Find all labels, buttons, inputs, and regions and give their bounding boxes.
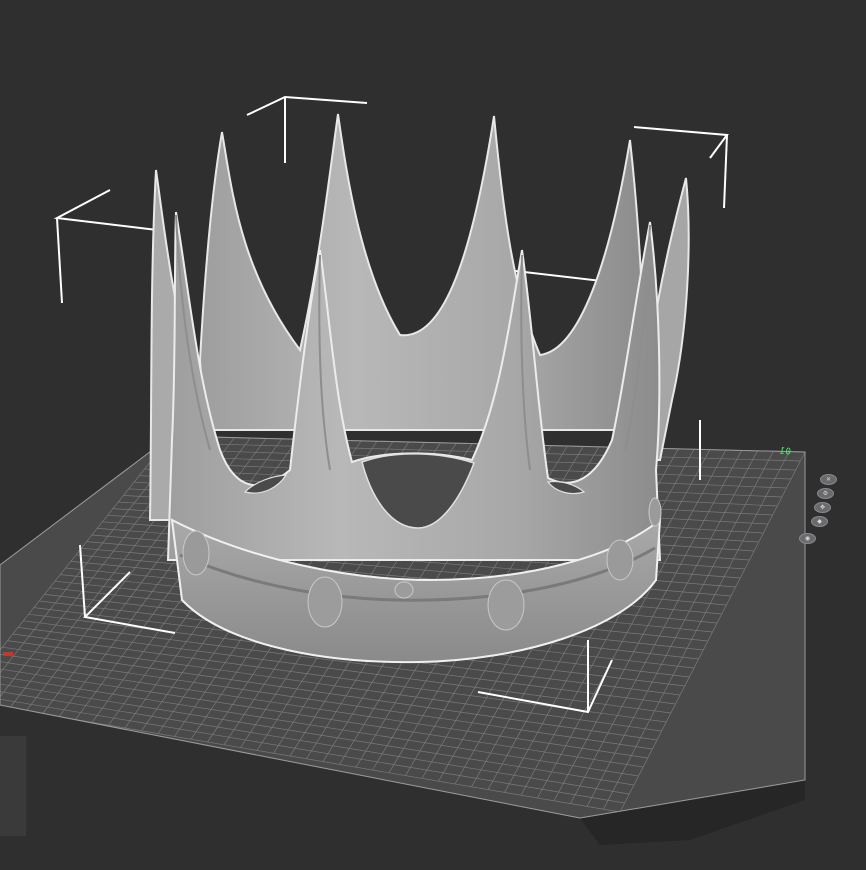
plate-number-label: 01 — [778, 446, 792, 458]
close-icon[interactable]: ✕ — [820, 474, 837, 485]
target-icon[interactable]: ◉ — [799, 533, 816, 544]
lock-icon[interactable]: ◆ — [811, 516, 828, 527]
3d-viewport[interactable]: 01 ✕ ⚙ ✥ ◆ ◉ — [0, 0, 866, 866]
move-icon[interactable]: ✥ — [814, 502, 831, 513]
origin-marker — [3, 652, 13, 656]
crown-model[interactable] — [148, 113, 690, 664]
settings-icon[interactable]: ⚙ — [817, 488, 834, 499]
scene — [0, 95, 806, 845]
side-panel-edge[interactable] — [0, 736, 26, 836]
